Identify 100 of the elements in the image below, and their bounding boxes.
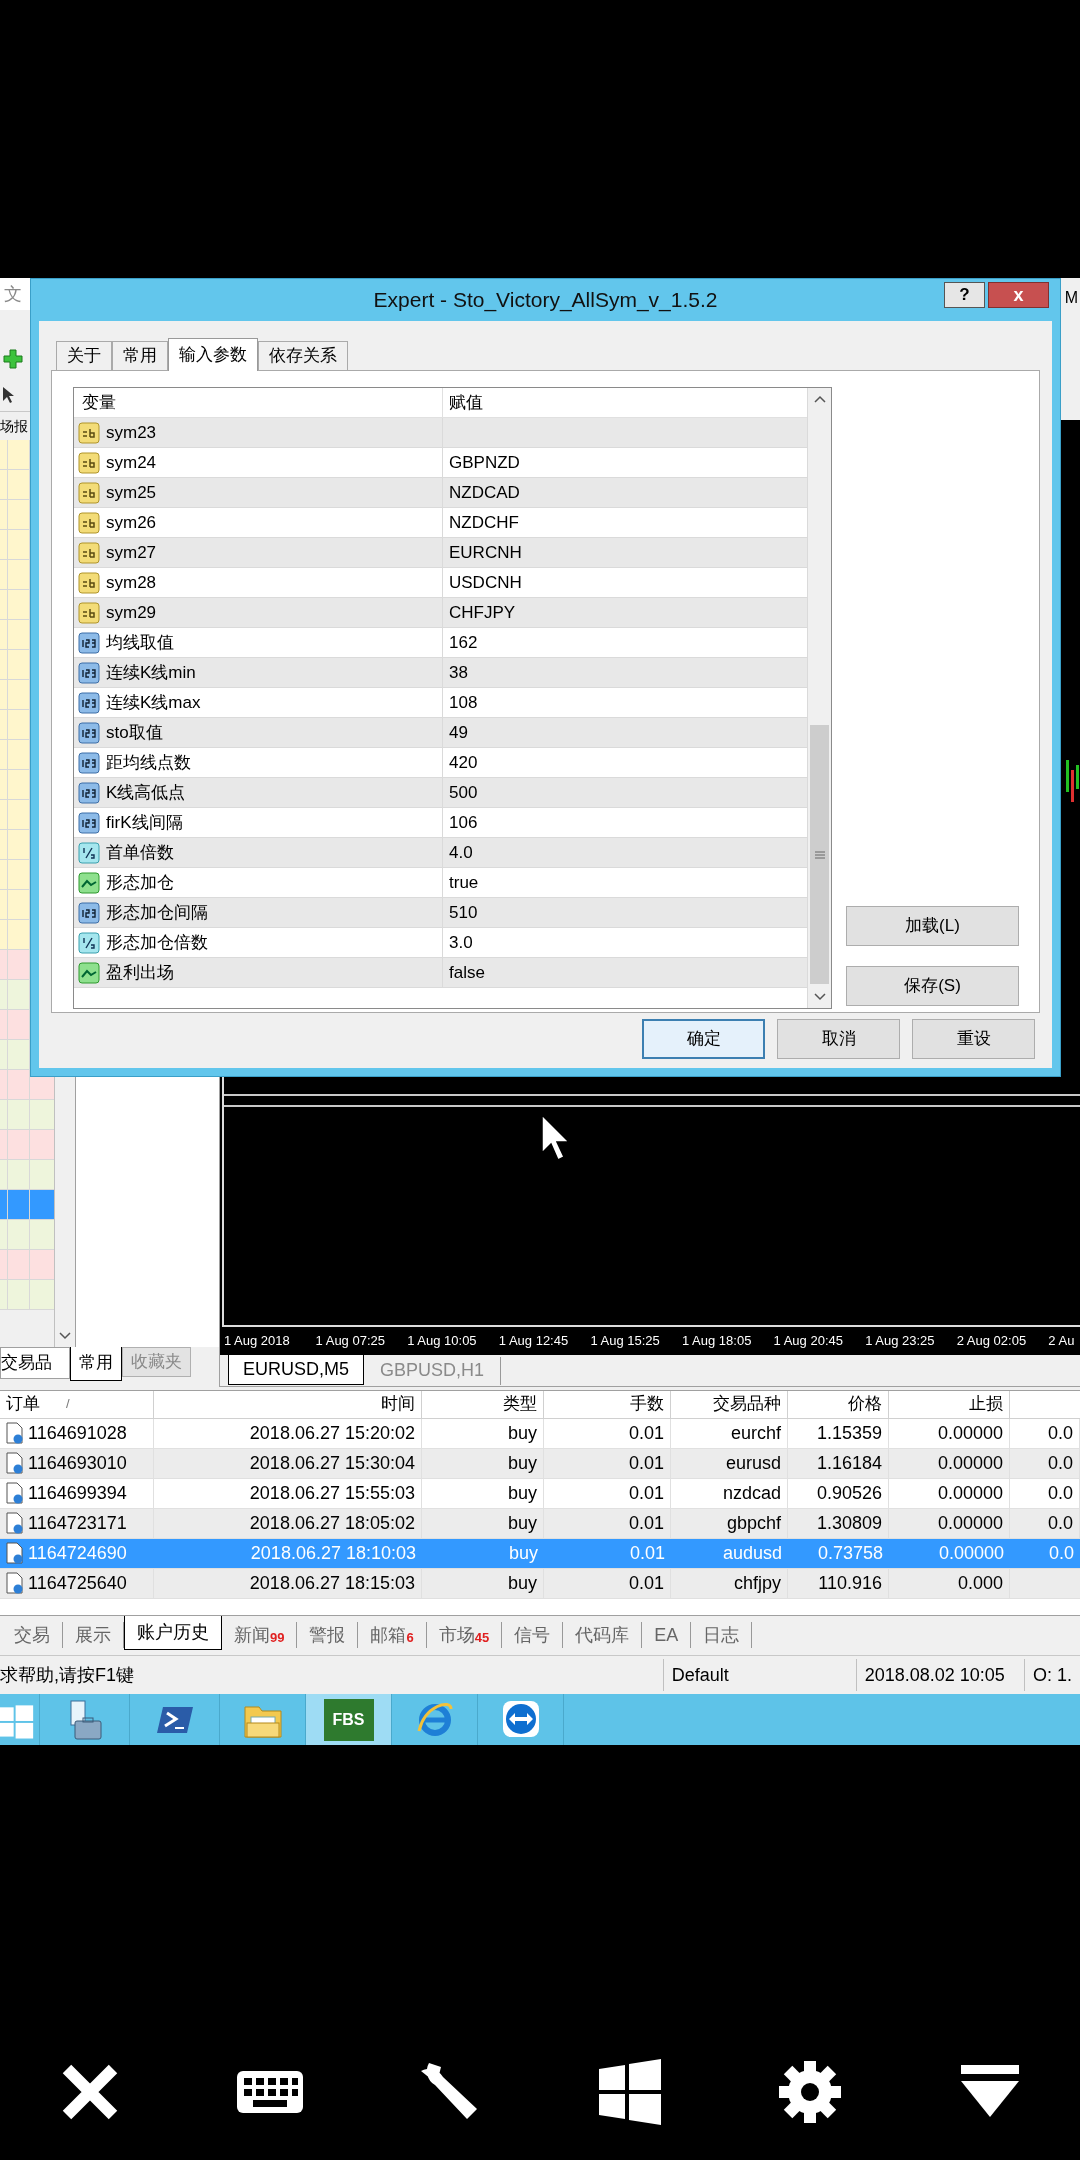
time-axis-label: 1 Aug 10:05 [407, 1331, 478, 1350]
dialog-button[interactable]: 重设 [912, 1019, 1035, 1059]
dialog-tab[interactable]: 输入参数 [168, 338, 258, 371]
parameter-name: 形态加仓倍数 [106, 931, 208, 954]
order-row[interactable]: 1164723171 2018.06.27 18:05:02 buy 0.01 gbpchf 1.30809 0.00000 0.0 [0, 1508, 1080, 1539]
order-row[interactable]: 1164693010 2018.06.27 15:30:04 buy 0.01 eurusd 1.16184 0.00000 0.0 [0, 1448, 1080, 1479]
dialog-tab[interactable]: 关于 [56, 341, 112, 370]
parameter-value[interactable]: 38 [449, 659, 468, 686]
parameter-value[interactable]: NZDCHF [449, 509, 519, 536]
parameter-name: sym23 [106, 421, 157, 444]
parameter-name: sym28 [106, 571, 157, 594]
terminal-tab[interactable]: 警报 [297, 1622, 359, 1648]
parameter-value[interactable]: GBPNZD [449, 449, 520, 476]
dialog-tab[interactable]: 常用 [112, 341, 168, 370]
text-type-icon [78, 601, 100, 624]
table-cell-text: buy [508, 1541, 538, 1565]
terminal-tab[interactable]: EA [642, 1622, 692, 1648]
parameter-name: sym27 [106, 541, 157, 564]
window-title: Expert - Sto_Victory_AllSym_v_1.5.2 [373, 287, 718, 314]
count-label: 99 [270, 1629, 285, 1647]
close-button[interactable]: x [988, 282, 1049, 308]
text-type-icon [78, 421, 100, 444]
text-type-icon [78, 511, 100, 534]
table-cell-text: 0.01 [629, 1541, 665, 1565]
time-axis-label: 1 Aug 15:25 [590, 1331, 661, 1350]
parameter-name: sym24 [106, 451, 157, 474]
document-icon [6, 1512, 24, 1534]
parameter-value[interactable]: 500 [449, 779, 478, 806]
parameter-value[interactable]: 3.0 [449, 929, 473, 956]
count-label: 6 [406, 1628, 414, 1647]
add-icon[interactable] [2, 348, 24, 370]
table-cell-text: 2018.06.27 18:10:03 [250, 1541, 416, 1565]
dialog-tab[interactable]: 依存关系 [258, 341, 348, 370]
time-axis-label: 1 Aug 20:45 [773, 1331, 844, 1350]
navigator-tab[interactable]: 常用 [70, 1346, 122, 1381]
integer-type-icon [78, 661, 100, 684]
column-header[interactable]: 手数 [630, 1391, 664, 1417]
order-row[interactable]: 1164691028 2018.06.27 15:20:02 buy 0.01 eurchf 1.15359 0.00000 0.0 [0, 1418, 1080, 1449]
parameter-name: 盈利出场 [106, 961, 174, 984]
status-text: Default [671, 1663, 729, 1687]
dialog-button[interactable]: 加载(L) [846, 906, 1019, 946]
parameter-value[interactable]: 108 [449, 689, 478, 716]
parameter-name: 距均线点数 [106, 751, 191, 774]
parameter-value[interactable]: USDCNH [449, 569, 522, 596]
dialog-button[interactable]: 取消 [777, 1019, 900, 1059]
column-header[interactable]: 类型 [503, 1391, 537, 1417]
order-row[interactable]: 1164699394 2018.06.27 15:55:03 buy 0.01 nzdcad 0.90526 0.00000 0.0 [0, 1478, 1080, 1509]
table-cell-text: 2018.06.27 18:15:03 [249, 1571, 415, 1595]
table-cell-text: 1164724690 [28, 1541, 127, 1565]
parameter-value[interactable]: 4.0 [449, 839, 473, 866]
parameter-value[interactable]: true [449, 869, 479, 896]
column-header[interactable]: 订单 [6, 1391, 40, 1417]
column-header[interactable]: 赋值 [449, 389, 483, 416]
chart-tab[interactable]: EURUSD,M5 [228, 1354, 364, 1385]
terminal-tab[interactable]: 代码库 [563, 1622, 643, 1648]
column-header[interactable]: 时间 [381, 1391, 415, 1417]
parameter-value[interactable]: false [449, 959, 485, 986]
terminal-tab[interactable]: 交易 [2, 1622, 63, 1648]
terminal-tab[interactable]: 信号 [502, 1622, 564, 1648]
table-cell-text: audusd [722, 1541, 782, 1565]
parameter-value[interactable]: 420 [449, 749, 478, 776]
dialog-button[interactable]: 保存(S) [846, 966, 1019, 1006]
dialog-button[interactable]: 确定 [642, 1019, 765, 1059]
table-cell-text: 0.0 [1047, 1421, 1073, 1445]
terminal-tab[interactable]: 日志 [691, 1622, 753, 1648]
taskbar-app[interactable]: FBS [306, 1694, 392, 1745]
column-header[interactable]: 止损 [969, 1391, 1003, 1417]
parameter-value[interactable]: 162 [449, 629, 478, 656]
text-type-icon [78, 541, 100, 564]
table-cell-text: 1.30809 [816, 1511, 882, 1535]
column-header[interactable]: 价格 [848, 1391, 882, 1417]
cursor-icon[interactable] [2, 385, 16, 404]
parameter-name: sym25 [106, 481, 157, 504]
scrollbar-thumb[interactable] [810, 725, 829, 984]
parameter-value[interactable]: 106 [449, 809, 478, 836]
order-row[interactable]: 1164725640 2018.06.27 18:15:03 buy 0.01 chfjpy 110.916 0.000 [0, 1568, 1080, 1599]
terminal-tab[interactable]: 邮箱6 [358, 1622, 427, 1648]
table-cell-text: 0.01 [628, 1481, 664, 1505]
parameter-name: 连续K线max [106, 691, 201, 714]
document-icon [6, 1422, 24, 1444]
parameter-value[interactable]: CHFJPY [449, 599, 516, 626]
table-cell-text: 0.00000 [937, 1451, 1003, 1475]
table-cell-text: 0.0 [1047, 1481, 1073, 1505]
parameter-value[interactable]: EURCNH [449, 539, 522, 566]
symbols-tab[interactable]: 交易品 [0, 1346, 70, 1379]
parameter-value[interactable]: 510 [449, 899, 478, 926]
integer-type-icon [78, 631, 100, 654]
terminal-tab[interactable]: 账户历史 [124, 1616, 222, 1650]
window-title: M [1064, 288, 1078, 308]
column-header[interactable]: 交易品种 [713, 1391, 781, 1417]
boolean-type-icon [78, 961, 100, 984]
table-cell-text: eurchf [730, 1421, 781, 1445]
table-cell-text: 1164723171 [28, 1511, 127, 1535]
table-cell-text: 1164699394 [28, 1481, 127, 1505]
terminal-tab[interactable]: 新闻99 [222, 1622, 298, 1648]
terminal-tab[interactable]: 市场45 [426, 1622, 503, 1648]
parameter-value[interactable]: 49 [449, 719, 468, 746]
column-header[interactable]: 变量 [82, 389, 116, 416]
parameter-value[interactable]: NZDCAD [449, 479, 520, 506]
help-button[interactable]: ? [944, 282, 985, 308]
